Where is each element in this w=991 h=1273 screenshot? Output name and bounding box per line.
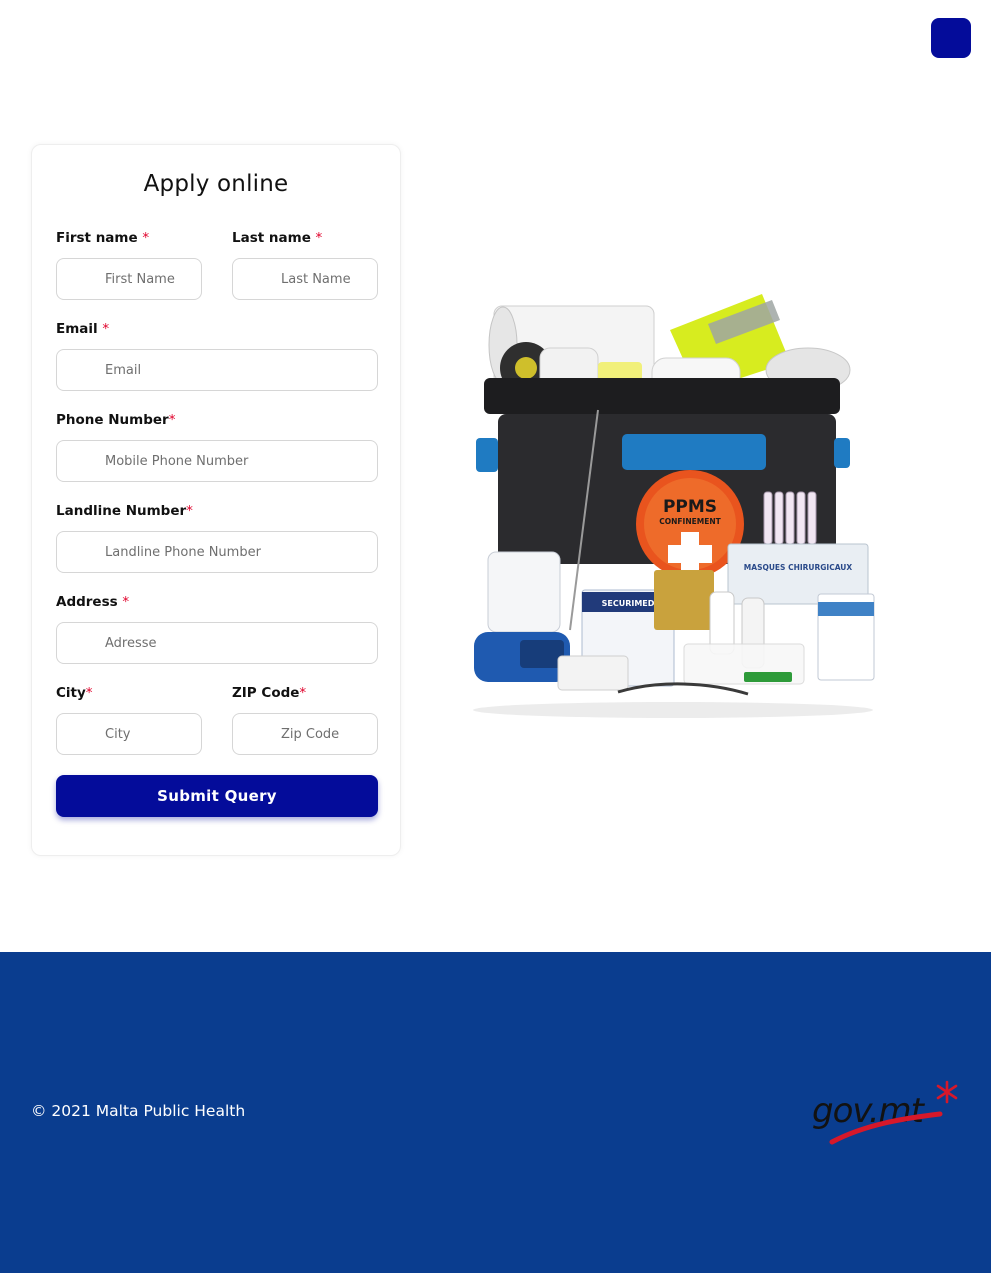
phone-number-input[interactable] [56, 440, 378, 482]
gold-blanket-pack [654, 570, 714, 630]
phone-number-label: Phone Number* [56, 412, 176, 428]
gov-mt-logo[interactable]: gov.mt [806, 1074, 966, 1150]
farma-pack-band [818, 602, 874, 616]
saline-ampoules [763, 491, 817, 545]
first-name-label: First name * [56, 230, 150, 246]
required-marker: * [102, 321, 110, 337]
required-marker: * [122, 594, 130, 610]
required-marker: * [142, 230, 150, 246]
securimed-label: SECURIMED [602, 599, 655, 608]
thermometer [744, 672, 792, 682]
emergency-blanket-pack [487, 551, 561, 633]
city-input[interactable] [56, 713, 202, 755]
ppms-badge-title: PPMS [663, 497, 717, 517]
ppms-badge-subtitle: CONFINEMENT [659, 517, 721, 526]
ppms-emergency-kit-illustration: PPMS CONFINEMENT MASQUES CHIRURGICAUX SE… [473, 294, 875, 718]
address-input[interactable] [56, 622, 378, 664]
malta-cross-asterisk-icon [936, 1080, 958, 1104]
box-clip-left [476, 438, 498, 472]
email-label: Email * [56, 321, 110, 337]
required-marker: * [315, 230, 323, 246]
landline-number-label: Landline Number* [56, 503, 193, 519]
required-marker: * [186, 503, 193, 519]
box-clip-right [834, 438, 850, 468]
required-marker: * [299, 685, 307, 701]
box-lid [484, 378, 840, 414]
page-footer: © 2021 Malta Public Health gov.mt [0, 952, 991, 1273]
menu-button[interactable] [931, 18, 971, 58]
last-name-input[interactable] [232, 258, 378, 300]
required-marker: * [168, 412, 176, 428]
address-label: Address * [56, 594, 130, 610]
required-marker: * [85, 685, 93, 701]
submit-query-button[interactable]: Submit Query [56, 775, 378, 817]
kit-shadow [473, 702, 873, 718]
city-label: City* [56, 685, 93, 701]
last-name-label: Last name * [232, 230, 323, 246]
box-handle [622, 434, 766, 470]
surgical-masks-label: MASQUES CHIRURGICAUX [744, 563, 853, 572]
zip-code-label: ZIP Code* [232, 685, 307, 701]
copyright-text: © 2021 Malta Public Health [31, 1102, 246, 1120]
form-title: Apply online [143, 171, 289, 197]
bandage-cubes [557, 655, 629, 691]
apply-online-form: Apply online First name * Last name * Em… [31, 144, 401, 856]
email-input[interactable] [56, 349, 378, 391]
landline-number-input[interactable] [56, 531, 378, 573]
zip-code-input[interactable] [232, 713, 378, 755]
tape-roll-core [515, 357, 537, 379]
first-name-input[interactable] [56, 258, 202, 300]
red-cross-horizontal [668, 545, 712, 563]
crank-radio-panel [520, 640, 564, 668]
